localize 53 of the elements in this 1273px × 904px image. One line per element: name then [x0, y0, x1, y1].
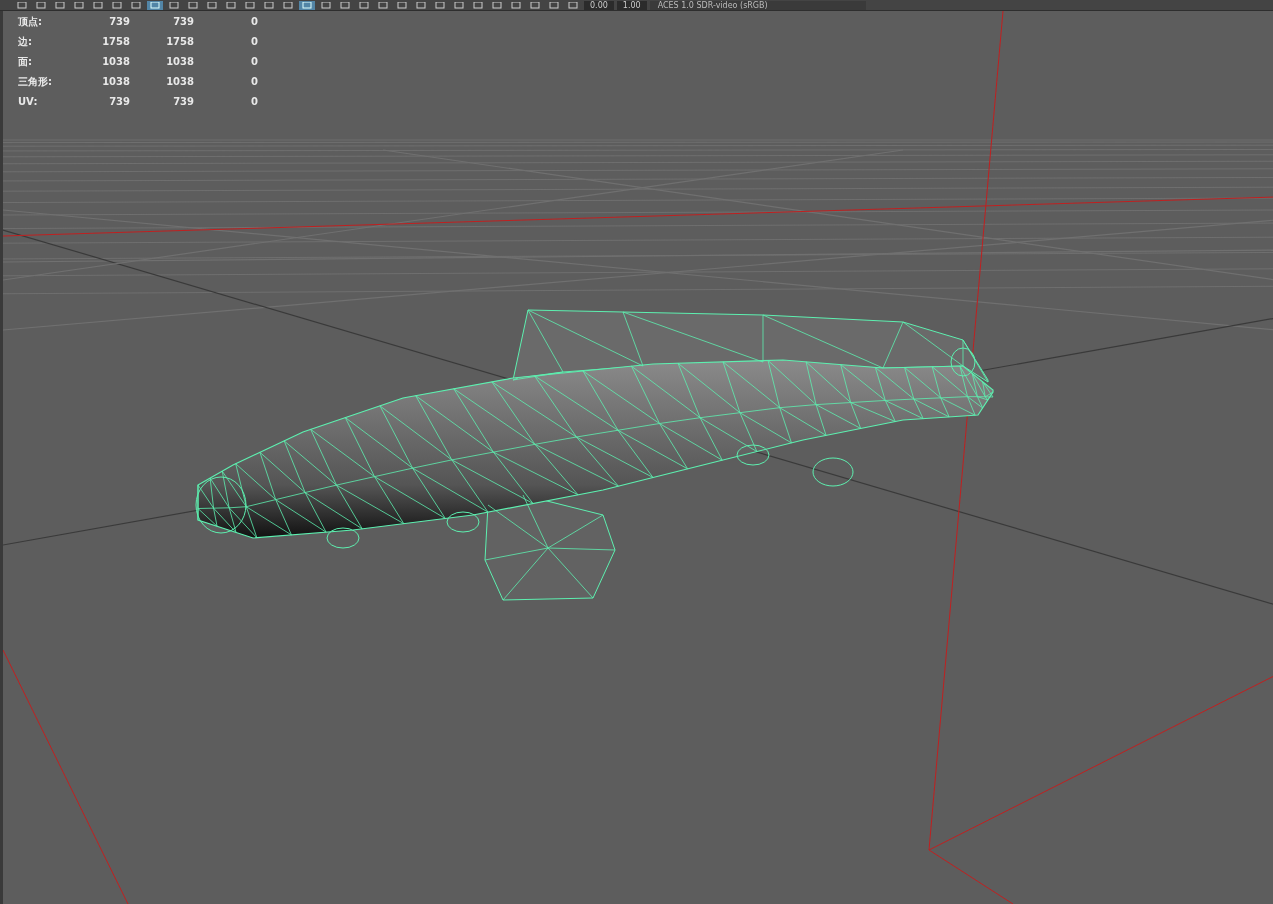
stat-value: 1038 — [101, 75, 130, 89]
toolbar-button[interactable] — [489, 0, 505, 10]
stat-value: 1038 — [165, 75, 194, 89]
stat-label: 面: — [18, 55, 33, 69]
color-space-dropdown[interactable]: ACES 1.0 SDR-video (sRGB) — [649, 0, 866, 10]
stat-value: 0 — [250, 75, 258, 89]
toolbar-button[interactable] — [337, 0, 353, 10]
toolbar-button[interactable] — [413, 0, 429, 10]
toolbar-button[interactable] — [52, 0, 68, 10]
toolbar-button[interactable] — [166, 0, 182, 10]
gamma-field[interactable]: 1.00 — [616, 0, 647, 10]
stat-label: UV: — [18, 95, 39, 109]
toolbar-button[interactable] — [109, 0, 125, 10]
stat-value: 0 — [250, 55, 258, 69]
toolbar-button[interactable] — [508, 0, 524, 10]
stat-label: 顶点: — [18, 15, 43, 29]
toolbar-button[interactable] — [470, 0, 486, 10]
toolbar-button[interactable] — [185, 0, 201, 10]
stat-value: 1758 — [101, 35, 130, 49]
toolbar-button[interactable] — [451, 0, 467, 10]
toolbar-button[interactable] — [299, 0, 315, 10]
toolbar-button[interactable] — [356, 0, 372, 10]
toolbar-button[interactable] — [14, 0, 30, 10]
toolbar-button[interactable] — [375, 0, 391, 10]
stat-value: 739 — [172, 95, 194, 109]
toolbar-button[interactable] — [71, 0, 87, 10]
toolbar-button[interactable] — [147, 0, 163, 10]
toolbar-button[interactable] — [90, 0, 106, 10]
stat-label: 三角形: — [18, 75, 53, 89]
toolbar-button[interactable] — [318, 0, 334, 10]
stat-value: 0 — [250, 95, 258, 109]
toolbar-button[interactable] — [280, 0, 296, 10]
toolbar-button[interactable] — [33, 0, 49, 10]
stat-value: 739 — [172, 15, 194, 29]
toolbar-button[interactable] — [128, 0, 144, 10]
exposure-field[interactable]: 0.00 — [584, 0, 614, 10]
toolbar-button[interactable] — [204, 0, 220, 10]
toolbar-button[interactable] — [546, 0, 562, 10]
toolbar-button[interactable] — [394, 0, 410, 10]
stat-value: 739 — [108, 95, 130, 109]
toolbar-button[interactable] — [527, 0, 543, 10]
toolbar-button[interactable] — [223, 0, 239, 10]
stat-value: 1038 — [101, 55, 130, 69]
stat-value: 1038 — [165, 55, 194, 69]
stat-value: 739 — [108, 15, 130, 29]
stat-label: 边: — [18, 35, 33, 49]
toolbar-button[interactable] — [261, 0, 277, 10]
toolbar-button[interactable] — [242, 0, 258, 10]
stat-value: 1758 — [165, 35, 194, 49]
toolbar-button[interactable] — [432, 0, 448, 10]
stat-value: 0 — [250, 15, 258, 29]
toolbar-button[interactable] — [565, 0, 581, 10]
stat-value: 0 — [250, 35, 258, 49]
